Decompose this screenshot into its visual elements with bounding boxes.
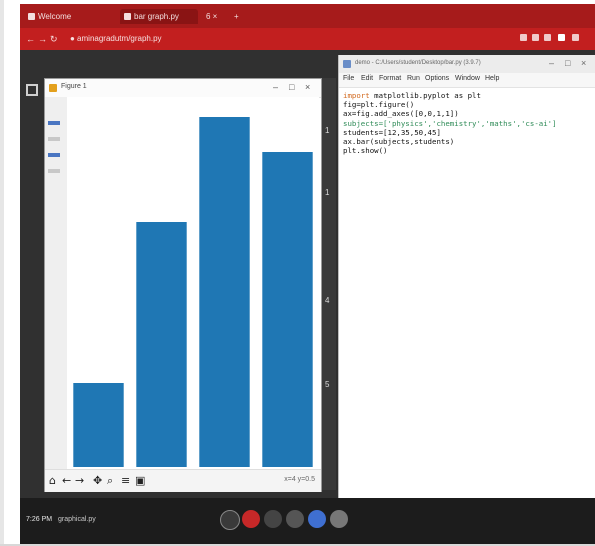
code-editor[interactable]: import matplotlib.pyplot as plt fig=plt.…: [343, 91, 593, 155]
files-icon[interactable]: [264, 510, 282, 528]
figure-app-icon: [49, 84, 57, 92]
maximize-button[interactable]: □: [565, 58, 570, 68]
line-number: 1: [325, 126, 330, 135]
menu-run[interactable]: Run: [407, 75, 420, 82]
extension-icon[interactable]: [544, 34, 551, 41]
code-line: import matplotlib.pyplot as plt: [343, 91, 481, 100]
figure-titlebar: Figure 1 – □ ×: [45, 79, 321, 98]
editor-title: demo - C:/Users/student/Desktop/bar.py (…: [355, 60, 481, 66]
browser-tab-active[interactable]: bar graph.py: [120, 9, 198, 24]
line-number: 5: [325, 380, 330, 389]
margin-mark: [48, 153, 60, 157]
taskbar-clock: 7:26 PM: [26, 516, 53, 523]
screen: Welcome bar graph.py 6 × + ← → ↻ ● amina…: [20, 4, 595, 544]
home-icon[interactable]: ⌂: [49, 474, 56, 487]
figure-toolbar: ⌂ ← → ✥ ⌕ ≡ ▣ x=4 y=0.5: [45, 469, 321, 492]
minimize-button[interactable]: –: [549, 58, 554, 68]
bar-chart: [73, 117, 313, 467]
tab-label: 6 ×: [206, 12, 218, 21]
idle-app-icon: [343, 60, 351, 68]
menu-format[interactable]: Format: [379, 75, 401, 82]
figure-left-margin: [45, 97, 67, 469]
margin-mark: [48, 137, 60, 141]
back-icon[interactable]: ←: [62, 474, 71, 487]
background-line-numbers: 1 1 4 5: [322, 78, 336, 490]
profile-icon[interactable]: [558, 34, 565, 41]
tab-favicon-icon: [124, 13, 131, 20]
menu-file[interactable]: File: [343, 75, 354, 82]
figure-window: Figure 1 – □ × ⌂ ← → ✥ ⌕ ≡ ▣ x=4 y=0.5: [44, 78, 322, 492]
bar-physics: [73, 383, 124, 467]
plot-area: [67, 97, 319, 469]
editor-window: demo - C:/Users/student/Desktop/bar.py (…: [338, 55, 595, 544]
chrome-icon[interactable]: [242, 510, 260, 528]
back-icon[interactable]: ←: [26, 34, 35, 44]
python-icon[interactable]: [330, 510, 348, 528]
zoom-icon[interactable]: ⌕: [107, 474, 113, 488]
code-line: fig=plt.figure(): [343, 100, 415, 110]
bar-cs-ai: [262, 152, 313, 467]
editor-titlebar: demo - C:/Users/student/Desktop/bar.py (…: [339, 55, 595, 74]
save-icon[interactable]: ▣: [135, 474, 145, 487]
app-icon[interactable]: [220, 510, 240, 530]
margin-mark: [48, 121, 60, 125]
maximize-button[interactable]: □: [289, 82, 294, 92]
reload-icon[interactable]: ↻: [50, 34, 58, 45]
margin-mark: [48, 169, 60, 173]
taskbar: 7:26 PM graphical.py: [20, 498, 595, 544]
minimize-button[interactable]: –: [273, 82, 278, 92]
new-tab-button[interactable]: +: [230, 9, 246, 24]
line-number: 1: [325, 188, 330, 197]
close-button[interactable]: ×: [305, 82, 310, 92]
browser-tab[interactable]: Welcome: [24, 9, 98, 24]
browser-tab[interactable]: 6 ×: [202, 9, 230, 24]
browser-address-bar: ← → ↻ ● aminagradutm/graph.py: [20, 28, 595, 50]
forward-icon[interactable]: →: [75, 474, 84, 487]
figure-title: Figure 1: [61, 83, 87, 90]
menu-window[interactable]: Window: [455, 75, 480, 82]
line-number: 4: [325, 296, 330, 305]
code-line: ax=fig.add_axes([0,0,1,1]): [343, 109, 459, 119]
code-line: subjects=['physics','chemistry','maths',…: [343, 118, 557, 128]
bar-chemistry: [136, 222, 187, 467]
pan-icon[interactable]: ✥: [93, 474, 102, 487]
tab-favicon-icon: [28, 13, 35, 20]
screenshot-frame: Welcome bar graph.py 6 × + ← → ↻ ● amina…: [0, 0, 595, 546]
code-line: students=[12,35,50,45]: [343, 127, 441, 137]
extension-icon[interactable]: [520, 34, 527, 41]
code-line: ax.bar(subjects,students): [343, 136, 455, 146]
forward-icon[interactable]: →: [38, 34, 47, 44]
settings-icon[interactable]: [286, 510, 304, 528]
bar-maths: [199, 117, 250, 467]
code-line: plt.show(): [343, 146, 388, 156]
editor-menubar: File Edit Format Run Options Window Help: [339, 73, 595, 88]
tab-label: bar graph.py: [134, 12, 179, 21]
grid-icon[interactable]: [26, 84, 38, 96]
cursor-coordinates: x=4 y=0.5: [284, 476, 315, 483]
browser-tab-bar: Welcome bar graph.py 6 × +: [20, 4, 595, 28]
tab-label: Welcome: [38, 12, 72, 21]
idle-taskbar-icon[interactable]: [308, 510, 326, 528]
menu-options[interactable]: Options: [425, 75, 449, 82]
menu-help[interactable]: Help: [485, 75, 499, 82]
left-border: [0, 0, 4, 546]
url-field[interactable]: ● aminagradutm/graph.py: [70, 34, 162, 43]
menu-edit[interactable]: Edit: [361, 75, 373, 82]
close-button[interactable]: ×: [581, 58, 586, 68]
configure-icon[interactable]: ≡: [121, 474, 130, 487]
menu-icon[interactable]: [572, 34, 579, 41]
taskbar-file[interactable]: graphical.py: [58, 516, 96, 523]
extension-icon[interactable]: [532, 34, 539, 41]
